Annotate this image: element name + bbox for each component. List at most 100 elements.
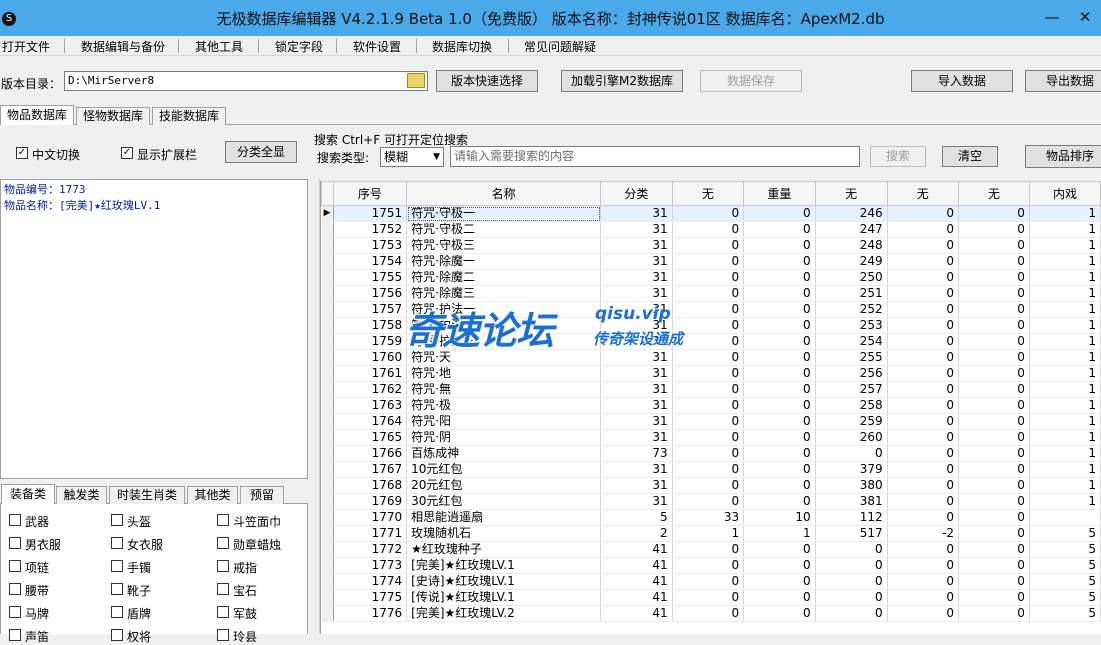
table-cell[interactable]: 0 <box>672 237 745 254</box>
row-header[interactable] <box>321 589 334 606</box>
table-cell[interactable]: [传说]★红玫瑰LV.1 <box>406 589 602 606</box>
column-header[interactable]: 无 <box>671 181 745 206</box>
table-cell[interactable]: 0 <box>743 205 816 222</box>
table-cell[interactable]: 0 <box>743 557 816 574</box>
table-cell[interactable]: 0 <box>887 429 959 446</box>
table-cell[interactable]: 1 <box>672 525 745 542</box>
table-cell[interactable]: 0 <box>815 605 888 622</box>
column-header[interactable]: 重量 <box>743 181 816 206</box>
row-header[interactable] <box>321 397 334 414</box>
category-checkbox[interactable] <box>9 606 21 618</box>
table-cell[interactable]: 0 <box>887 397 959 414</box>
table-cell[interactable]: 0 <box>672 429 745 446</box>
category-checkbox[interactable] <box>217 629 229 641</box>
row-header[interactable] <box>321 253 334 270</box>
table-cell[interactable]: 0 <box>887 205 959 222</box>
table-cell[interactable]: 250 <box>815 269 888 286</box>
table-cell[interactable]: 0 <box>743 253 816 270</box>
table-cell[interactable]: 0 <box>815 541 888 558</box>
table-cell[interactable]: 0 <box>887 445 959 462</box>
table-cell[interactable]: 252 <box>815 301 888 318</box>
table-cell[interactable]: 0 <box>958 589 1030 606</box>
table-cell[interactable]: 0 <box>958 493 1030 510</box>
table-cell[interactable]: 1774 <box>333 573 408 590</box>
table-cell[interactable]: 1768 <box>333 477 408 494</box>
table-cell[interactable]: 1 <box>1029 237 1101 254</box>
table-cell[interactable]: -2 <box>887 525 959 542</box>
table-cell[interactable]: 1 <box>1029 477 1101 494</box>
table-cell[interactable]: 0 <box>958 573 1030 590</box>
table-cell[interactable]: 0 <box>672 477 745 494</box>
table-cell[interactable]: 247 <box>815 221 888 238</box>
category-checkbox[interactable] <box>111 606 123 618</box>
table-cell[interactable]: 1 <box>1029 301 1101 318</box>
table-cell[interactable]: 0 <box>958 557 1030 574</box>
table-cell[interactable]: 0 <box>815 445 888 462</box>
table-cell[interactable]: 0 <box>672 397 745 414</box>
table-cell[interactable]: 0 <box>958 429 1030 446</box>
table-cell[interactable]: 0 <box>958 333 1030 350</box>
table-cell[interactable]: 0 <box>887 477 959 494</box>
table-cell[interactable]: 0 <box>887 253 959 270</box>
folder-icon[interactable] <box>407 73 425 88</box>
table-row[interactable]: 1763 符咒·极 31 0 0 258 0 0 1 <box>321 397 1101 414</box>
table-cell[interactable]: 253 <box>815 317 888 334</box>
category-checkbox[interactable] <box>111 514 123 526</box>
table-cell[interactable]: 1761 <box>333 365 408 382</box>
table-cell[interactable]: 0 <box>815 589 888 606</box>
table-cell[interactable]: 246 <box>815 205 888 222</box>
table-cell[interactable]: 31 <box>600 413 673 430</box>
table-cell[interactable]: 0 <box>743 429 816 446</box>
table-cell[interactable]: 符咒·守极三 <box>406 237 602 254</box>
table-cell[interactable]: 0 <box>672 205 745 222</box>
table-cell[interactable]: 256 <box>815 365 888 382</box>
table-cell[interactable]: 31 <box>600 429 673 446</box>
table-cell[interactable]: 1764 <box>333 413 408 430</box>
save-data-button[interactable]: 数据保存 <box>700 70 802 92</box>
table-cell[interactable]: 381 <box>815 493 888 510</box>
row-header[interactable] <box>321 461 334 478</box>
table-cell[interactable]: 0 <box>958 253 1030 270</box>
table-cell[interactable]: 1776 <box>333 605 408 622</box>
table-cell[interactable]: 符咒·地 <box>406 365 602 382</box>
table-cell[interactable]: 0 <box>743 317 816 334</box>
table-row[interactable]: 1775 [传说]★红玫瑰LV.1 41 0 0 0 0 0 5 <box>321 589 1101 606</box>
table-cell[interactable]: 0 <box>672 605 745 622</box>
table-cell[interactable]: 1753 <box>333 237 408 254</box>
table-cell[interactable]: 0 <box>887 509 959 526</box>
row-header[interactable] <box>321 525 334 542</box>
row-header[interactable] <box>321 573 334 590</box>
table-row[interactable]: 1752 符咒·守极二 31 0 0 247 0 0 1 <box>321 221 1101 238</box>
row-header[interactable] <box>321 349 334 366</box>
quick-select-button[interactable]: 版本快速选择 <box>436 70 538 92</box>
table-cell[interactable]: 0 <box>958 237 1030 254</box>
table-cell[interactable]: 0 <box>743 269 816 286</box>
table-cell[interactable]: 0 <box>672 573 745 590</box>
table-row[interactable]: 1755 符咒·除魔二 31 0 0 250 0 0 1 <box>321 269 1101 286</box>
table-cell[interactable]: 0 <box>672 493 745 510</box>
table-cell[interactable]: 5 <box>1029 605 1101 622</box>
table-cell[interactable]: 0 <box>743 237 816 254</box>
table-cell[interactable]: 1 <box>1029 413 1101 430</box>
table-cell[interactable]: 0 <box>958 381 1030 398</box>
table-cell[interactable]: 1 <box>1029 429 1101 446</box>
table-cell[interactable]: 1760 <box>333 349 408 366</box>
table-cell[interactable]: 5 <box>1029 573 1101 590</box>
table-cell[interactable]: 10 <box>743 509 816 526</box>
show-all-button[interactable]: 分类全显 <box>225 141 297 163</box>
row-header[interactable] <box>321 413 334 430</box>
table-cell[interactable]: 380 <box>815 477 888 494</box>
table-cell[interactable]: 1 <box>1029 317 1101 334</box>
table-row[interactable]: 1764 符咒·阳 31 0 0 259 0 0 1 <box>321 413 1101 430</box>
table-cell[interactable]: 112 <box>815 509 888 526</box>
table-cell[interactable]: [完美]★红玫瑰LV.1 <box>406 557 602 574</box>
table-cell[interactable]: 0 <box>743 381 816 398</box>
table-cell[interactable]: 0 <box>958 509 1030 526</box>
category-checkbox[interactable] <box>111 537 123 549</box>
table-cell[interactable]: 1773 <box>333 557 408 574</box>
table-cell[interactable]: 0 <box>887 413 959 430</box>
table-cell[interactable]: 1755 <box>333 269 408 286</box>
table-cell[interactable]: 符咒·守极二 <box>406 221 602 238</box>
row-header[interactable] <box>321 301 334 318</box>
table-cell[interactable]: 1762 <box>333 381 408 398</box>
